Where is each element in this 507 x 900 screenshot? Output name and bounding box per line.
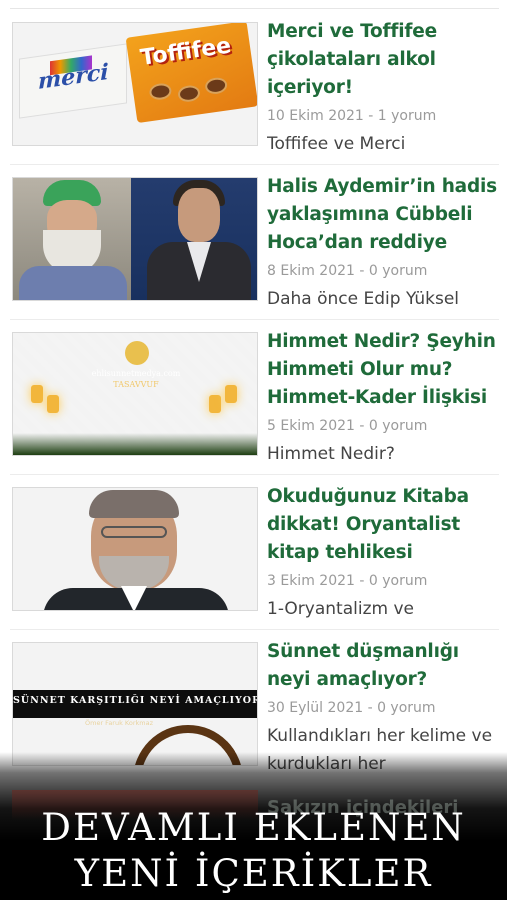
merci-box-image: merci — [19, 43, 127, 119]
article-card[interactable]: Okuduğunuz Kitaba dikkat! Oryantalist ki… — [10, 483, 499, 623]
article-thumbnail[interactable]: SÜNNET KARŞITLIĞI NEYİ AMAÇLIYOR Ömer Fa… — [12, 642, 258, 766]
article-title[interactable]: Okuduğunuz Kitaba dikkat! Oryantalist ki… — [267, 483, 503, 567]
divider — [10, 319, 499, 320]
article-excerpt: Daha önce Edip Yüksel — [267, 289, 460, 309]
divider — [10, 629, 499, 630]
thumbnail-author: Ömer Faruk Korkmaz — [85, 719, 154, 727]
category-label: TASAVVUF — [113, 380, 159, 389]
article-meta: 3 Ekim 2021 - 0 yorum — [267, 573, 428, 589]
banner-line-1: DEVAMLI EKLENEN — [41, 806, 466, 849]
site-logo-icon — [125, 341, 149, 365]
article-thumbnail[interactable]: ehlisunnetmedya.com TASAVVUF — [12, 332, 258, 456]
divider — [10, 164, 499, 165]
article-excerpt: Toffifee ve Merci — [267, 134, 406, 154]
divider — [10, 8, 499, 9]
divider — [10, 474, 499, 475]
article-title[interactable]: Sünnet düşmanlığı neyi amaçlıyor? — [267, 638, 503, 694]
banner-line-2: YENİ İÇERİKLER — [74, 852, 433, 895]
article-excerpt: Himmet Nedir? — [267, 444, 395, 464]
article-text: Okuduğunuz Kitaba dikkat! Oryantalist ki… — [267, 483, 503, 623]
lantern-icon — [225, 385, 237, 403]
article-meta: 5 Ekim 2021 - 0 yorum — [267, 418, 428, 434]
article-card[interactable]: merci Toffifee Merci ve Toffifee çikolat… — [10, 18, 499, 158]
article-title[interactable]: Merci ve Toffifee çikolataları alkol içe… — [267, 18, 503, 102]
lantern-icon — [47, 395, 59, 413]
lantern-icon — [209, 395, 221, 413]
site-label: ehlisunnetmedya.com — [91, 369, 181, 378]
article-title[interactable]: Himmet Nedir? Şeyhin Himmeti Olur mu? Hi… — [267, 328, 503, 412]
article-excerpt: 1-Oryantalizm ve — [267, 599, 414, 619]
article-card[interactable]: Halis Aydemir’in hadis yaklaşımına Cübbe… — [10, 173, 499, 313]
article-meta: 10 Ekim 2021 - 1 yorum — [267, 108, 437, 124]
article-card[interactable]: ehlisunnetmedya.com TASAVVUF Himmet Nedi… — [10, 328, 499, 468]
article-thumbnail[interactable]: merci Toffifee — [12, 22, 258, 146]
thumbnail-banner-text: SÜNNET KARŞITLIĞI NEYİ AMAÇLIYOR — [13, 695, 258, 706]
article-text: Halis Aydemir’in hadis yaklaşımına Cübbe… — [267, 173, 503, 313]
article-text: Himmet Nedir? Şeyhin Himmeti Olur mu? Hi… — [267, 328, 503, 468]
article-thumbnail[interactable] — [12, 177, 258, 301]
article-title[interactable]: Halis Aydemir’in hadis yaklaşımına Cübbe… — [267, 173, 503, 257]
article-meta: 8 Ekim 2021 - 0 yorum — [267, 263, 428, 279]
article-meta: 30 Eylül 2021 - 0 yorum — [267, 700, 436, 716]
article-text: Merci ve Toffifee çikolataları alkol içe… — [267, 18, 503, 158]
article-thumbnail[interactable] — [12, 487, 258, 611]
toffifee-box-image: Toffifee — [125, 23, 257, 124]
lantern-icon — [31, 385, 43, 403]
